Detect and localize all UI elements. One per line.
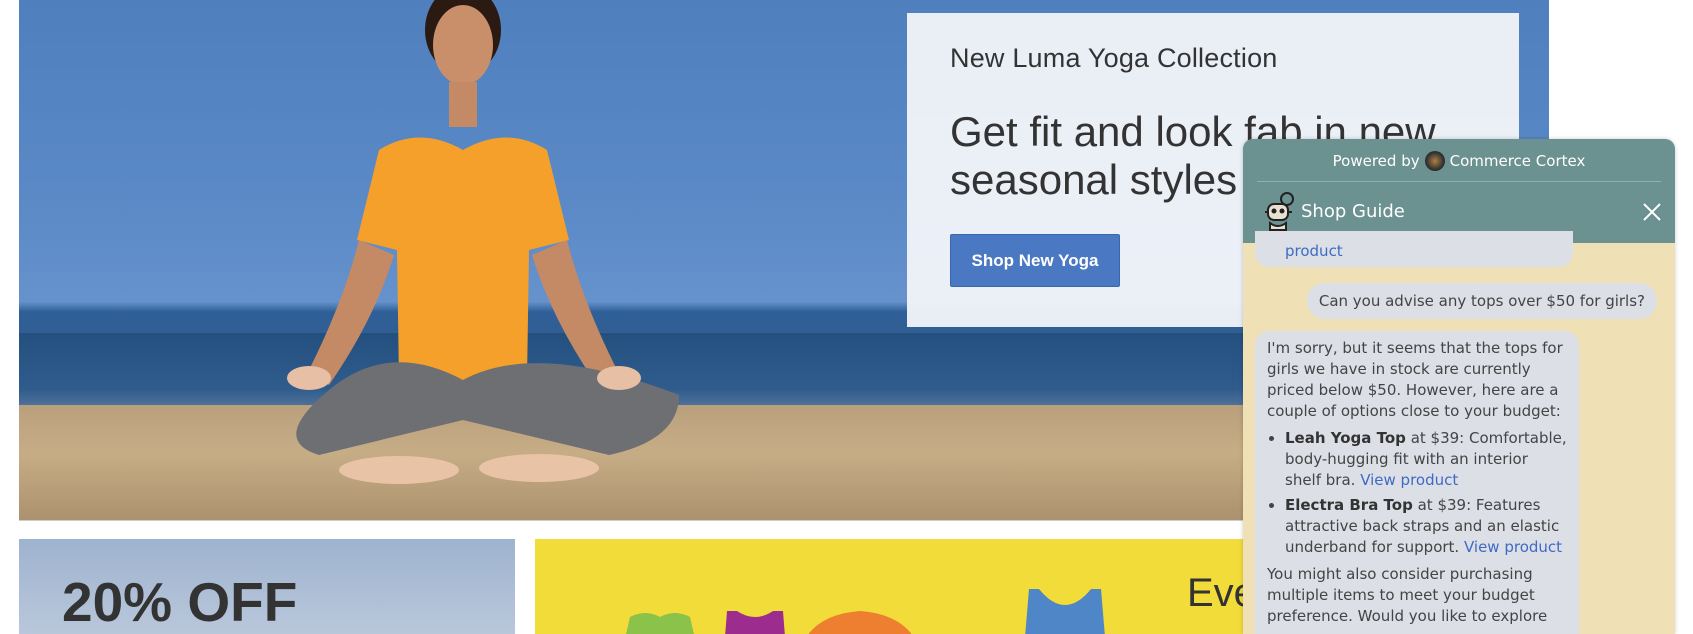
shirt-blue-tank-image (1025, 589, 1105, 634)
bot-message: I'm sorry, but it seems that the tops fo… (1255, 331, 1579, 634)
shirt-green-image (626, 613, 694, 634)
product-suggestions-list: Leah Yoga Top at $39: Comfortable, body-… (1267, 428, 1567, 558)
promo-discount-block[interactable]: 20% OFF (19, 539, 515, 634)
shirt-purple-image (725, 611, 785, 634)
commerce-cortex-logo-icon (1424, 151, 1445, 171)
product-suggestion-item: Electra Bra Top at $39: Features attract… (1285, 495, 1567, 558)
product-name: Leah Yoga Top (1285, 429, 1406, 447)
chat-messages[interactable]: product Can you advise any tops over $50… (1243, 231, 1675, 634)
view-product-link[interactable]: product (1285, 242, 1343, 260)
powered-by-label: Powered by (1332, 152, 1420, 170)
chat-title: Shop Guide (1301, 201, 1405, 222)
view-product-link[interactable]: View product (1464, 538, 1562, 556)
hero-yoga-model-image (287, 0, 679, 484)
header-divider (1257, 181, 1661, 182)
promo-discount-text: 20% OFF (62, 571, 298, 633)
chat-widget: Powered by Commerce Cortex Shop Guide pr… (1243, 139, 1675, 634)
shirt-orange-image (808, 611, 912, 634)
powered-by-brand: Commerce Cortex (1449, 152, 1586, 170)
shop-new-yoga-button[interactable]: Shop New Yoga (950, 234, 1120, 287)
product-name: Electra Bra Top (1285, 496, 1413, 514)
powered-by: Powered by Commerce Cortex (1243, 151, 1675, 171)
hero-subtitle: New Luma Yoga Collection (950, 43, 1278, 73)
view-product-link[interactable]: View product (1360, 471, 1458, 489)
previous-bot-message: product (1255, 231, 1573, 267)
close-icon[interactable] (1641, 201, 1663, 223)
product-suggestion-item: Leah Yoga Top at $39: Comfortable, body-… (1285, 428, 1567, 491)
user-message: Can you advise any tops over $50 for gir… (1306, 283, 1657, 319)
chat-header: Powered by Commerce Cortex Shop Guide (1243, 139, 1675, 243)
bot-intro-text: I'm sorry, but it seems that the tops fo… (1267, 339, 1563, 420)
bot-outro-text: You might also consider purchasing multi… (1267, 565, 1548, 625)
robot-avatar-icon (1265, 192, 1294, 231)
